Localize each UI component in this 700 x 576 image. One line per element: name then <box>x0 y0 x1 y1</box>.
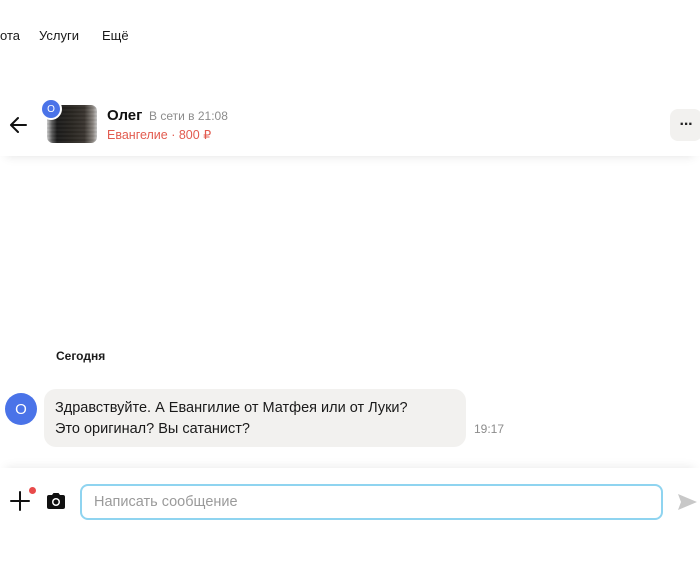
user-avatar[interactable]: О <box>40 98 62 120</box>
camera-button[interactable] <box>45 491 67 511</box>
message-text-line: Здравствуйте. А Евангилие от Матфея или … <box>55 400 408 416</box>
nav-item-services[interactable]: Услуги <box>39 28 79 43</box>
nav-item-more[interactable]: Ещё <box>102 28 129 43</box>
message-time: 19:17 <box>474 422 505 436</box>
listing-price: 800 ₽ <box>178 128 212 142</box>
camera-icon <box>47 493 65 509</box>
more-icon: ··· <box>679 116 694 133</box>
send-icon <box>678 494 697 510</box>
back-button[interactable] <box>6 112 32 138</box>
more-options-button[interactable]: ··· <box>670 109 700 141</box>
listing-separator: · <box>167 128 179 142</box>
notification-dot <box>29 487 36 494</box>
top-navigation: ота Услуги Ещё <box>0 0 700 72</box>
plus-icon <box>10 491 30 511</box>
send-button[interactable] <box>676 492 698 512</box>
chat-header: О Олег В сети в 21:08 Евангелие · 800 ₽ … <box>0 92 700 156</box>
message-composer <box>0 468 700 576</box>
nav-item-work[interactable]: ота <box>0 28 20 43</box>
message-bubble: Здравствуйте. А Евангилие от Матфея или … <box>44 389 466 447</box>
message-sender-avatar[interactable]: О <box>5 393 37 425</box>
message-input[interactable] <box>80 484 663 520</box>
listing-title: Евангелие <box>107 128 168 142</box>
message-text-line: Это оригинал? Вы сатанист? <box>55 421 250 437</box>
user-online-status: В сети в 21:08 <box>149 109 228 123</box>
attach-button[interactable] <box>9 490 31 512</box>
arrow-left-icon <box>10 117 27 133</box>
user-name[interactable]: Олег <box>107 107 142 124</box>
date-separator: Сегодня <box>56 349 106 363</box>
listing-link[interactable]: Евангелие · 800 ₽ <box>107 127 211 142</box>
